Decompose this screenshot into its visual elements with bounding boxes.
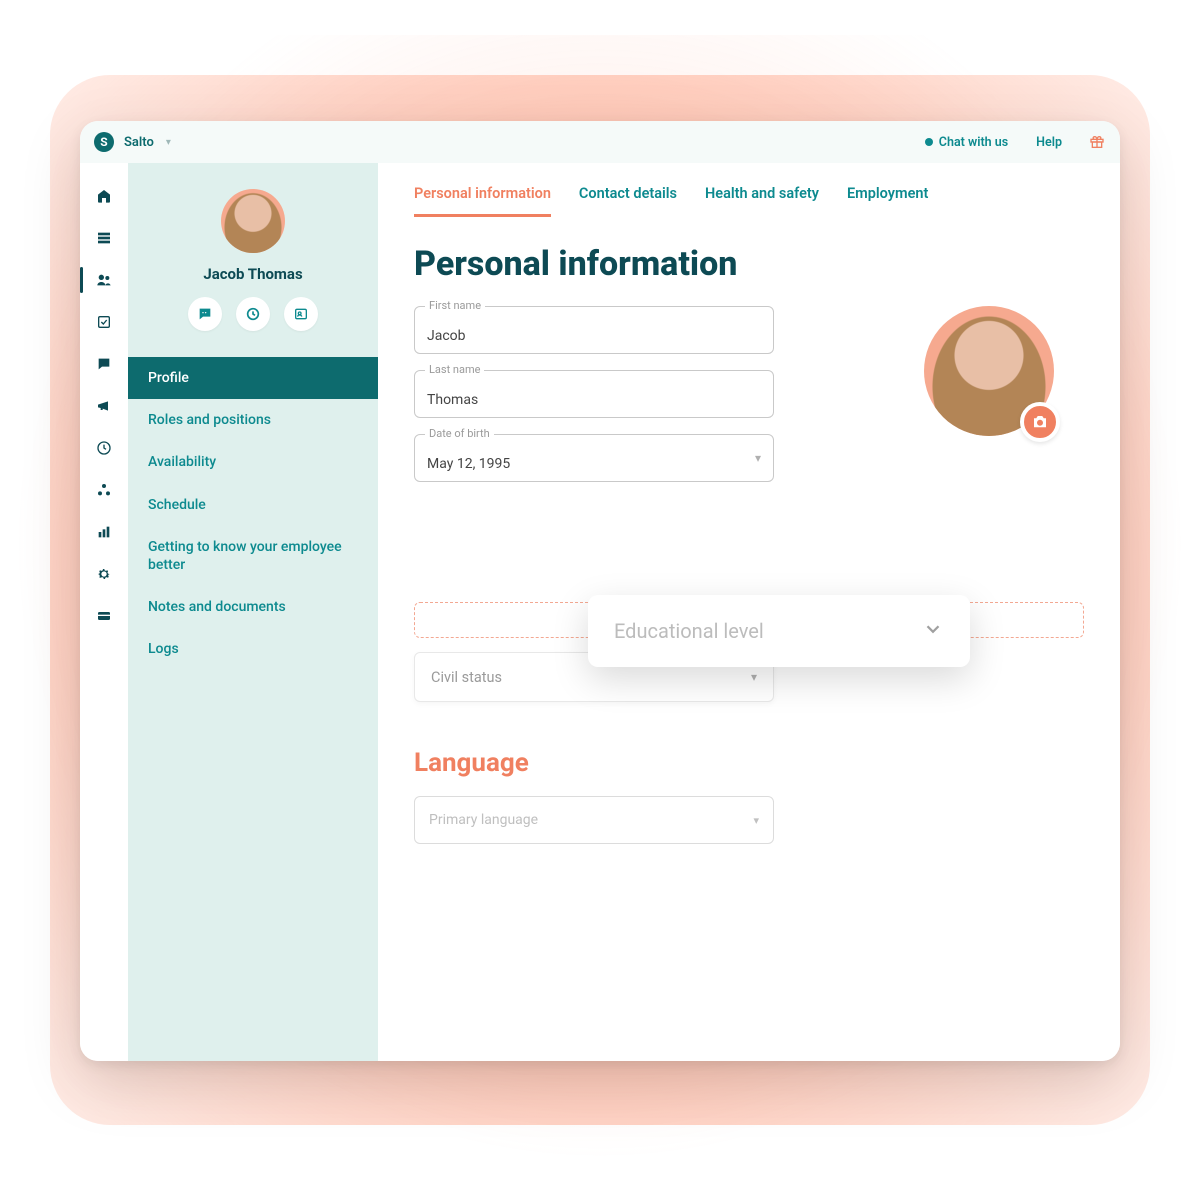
schedule-button[interactable] [236, 297, 270, 331]
message-button[interactable] [188, 297, 222, 331]
last-name-field[interactable]: Last name Thomas [414, 370, 774, 418]
profile-name: Jacob Thomas [203, 265, 302, 283]
chevron-down-icon: ▾ [751, 670, 757, 684]
dob-label: Date of birth [425, 427, 494, 440]
language-heading: Language [378, 702, 1120, 796]
dob-value: May 12, 1995 [427, 456, 510, 472]
brand-name[interactable]: Salto [124, 135, 154, 150]
tab-personal-info[interactable]: Personal information [414, 185, 551, 217]
brand-logo-icon[interactable]: S [94, 132, 114, 152]
side-panel: Jacob Thomas Profile Roles and positions… [128, 163, 378, 1061]
clock-icon[interactable] [95, 439, 113, 457]
chat-label: Chat with us [939, 135, 1008, 150]
tab-contact-details[interactable]: Contact details [579, 185, 677, 217]
sidenav-profile[interactable]: Profile [128, 357, 378, 399]
chart-icon[interactable] [95, 523, 113, 541]
chat-icon [925, 138, 933, 146]
last-name-label: Last name [425, 363, 484, 376]
first-name-label: First name [425, 299, 485, 312]
sidenav-schedule[interactable]: Schedule [128, 484, 378, 526]
upload-photo-button[interactable] [1020, 402, 1060, 442]
first-name-field[interactable]: First name Jacob [414, 306, 774, 354]
sidenav-notes-docs[interactable]: Notes and documents [128, 586, 378, 628]
first-name-value: Jacob [427, 328, 466, 344]
help-link[interactable]: Help [1036, 135, 1062, 150]
chat-with-us-link[interactable]: Chat with us [925, 135, 1008, 150]
people-icon[interactable] [95, 271, 113, 289]
profile-block: Jacob Thomas [128, 189, 378, 331]
icon-rail [80, 163, 128, 1061]
side-nav: Profile Roles and positions Availability… [128, 357, 378, 671]
layers-icon[interactable] [95, 229, 113, 247]
primary-language-dropdown[interactable]: Primary language ▾ [414, 796, 774, 844]
main-content: Personal information Contact details Hea… [378, 163, 1120, 1061]
chevron-down-icon[interactable]: ▾ [166, 137, 171, 148]
gift-icon[interactable] [1088, 133, 1106, 151]
chevron-down-icon: ▾ [755, 451, 761, 465]
topbar: S Salto ▾ Chat with us Help [80, 121, 1120, 163]
tabs: Personal information Contact details Hea… [378, 163, 1120, 218]
chat-bubble-icon[interactable] [95, 355, 113, 373]
sidenav-logs[interactable]: Logs [128, 628, 378, 670]
civil-status-placeholder: Civil status [431, 669, 751, 686]
card-icon[interactable] [95, 607, 113, 625]
org-icon[interactable] [95, 481, 113, 499]
educational-level-label: Educational level [614, 619, 922, 643]
chevron-down-icon: ▾ [753, 814, 759, 827]
avatar[interactable] [221, 189, 285, 253]
checklist-icon[interactable] [95, 313, 113, 331]
sidenav-know-employee[interactable]: Getting to know your employee better [128, 526, 378, 586]
tab-health-safety[interactable]: Health and safety [705, 185, 819, 217]
app-window: S Salto ▾ Chat with us Help [80, 121, 1120, 1061]
tab-employment[interactable]: Employment [847, 185, 928, 217]
gear-icon[interactable] [95, 565, 113, 583]
id-card-button[interactable] [284, 297, 318, 331]
dob-field[interactable]: Date of birth May 12, 1995 ▾ [414, 434, 774, 482]
last-name-value: Thomas [427, 392, 478, 408]
sidenav-roles[interactable]: Roles and positions [128, 399, 378, 441]
primary-language-placeholder: Primary language [429, 812, 753, 828]
chevron-down-icon [922, 618, 944, 644]
home-icon[interactable] [95, 187, 113, 205]
educational-level-dropdown[interactable]: Educational level [588, 595, 970, 667]
megaphone-icon[interactable] [95, 397, 113, 415]
page-title: Personal information [378, 218, 1120, 306]
sidenav-availability[interactable]: Availability [128, 441, 378, 483]
